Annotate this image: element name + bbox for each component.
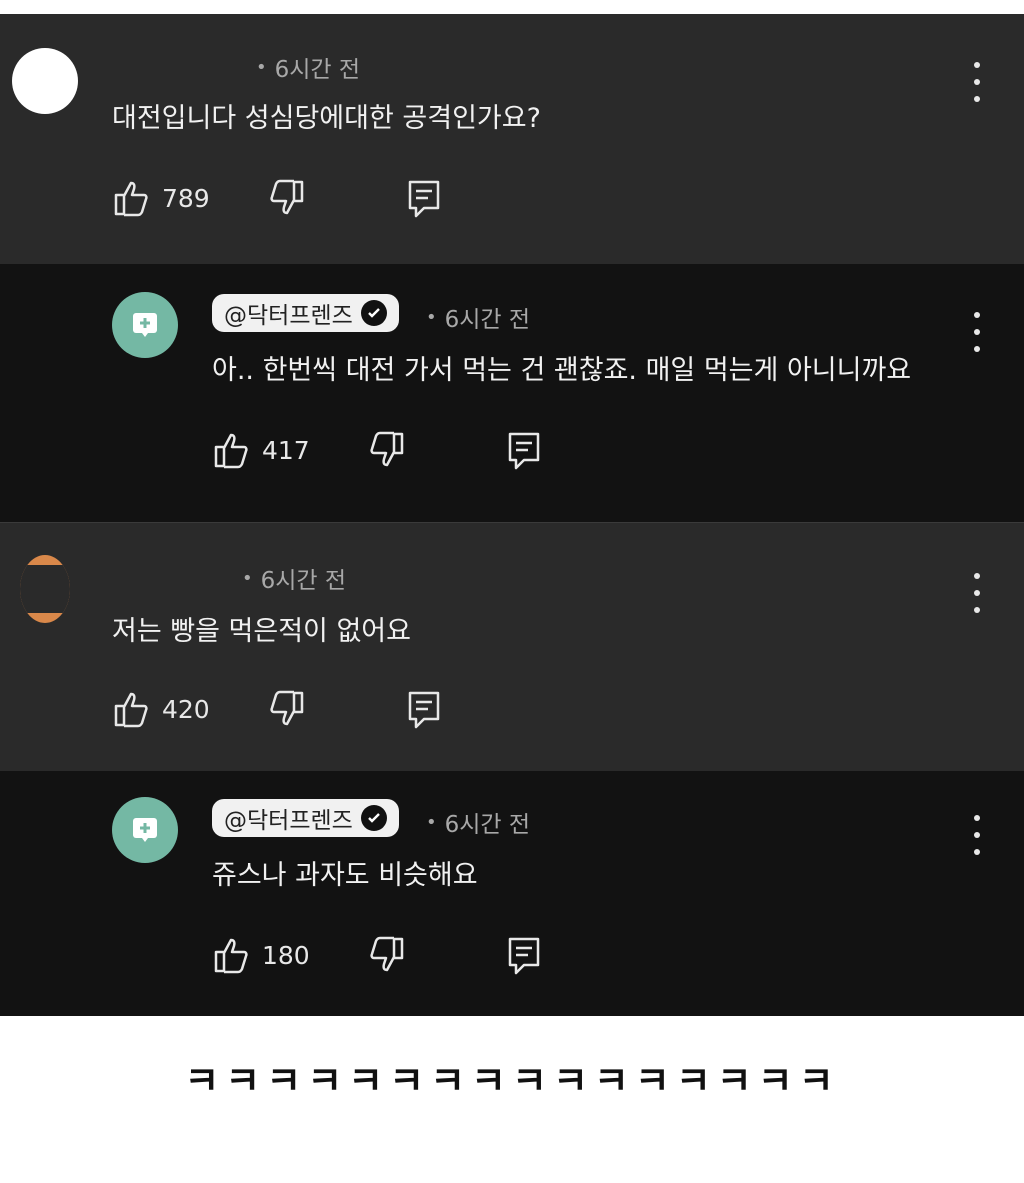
dislike-button[interactable] xyxy=(266,689,306,729)
check-badge-icon xyxy=(360,805,387,831)
reply-button[interactable] xyxy=(506,935,542,975)
channel-handle-badge[interactable]: @닥터프렌즈 xyxy=(212,799,399,837)
channel-handle: @닥터프렌즈 xyxy=(224,303,353,329)
channel-avatar[interactable] xyxy=(112,797,178,863)
comment-actions: 789 xyxy=(112,178,442,218)
channel-avatar-icon xyxy=(133,818,157,842)
user-avatar[interactable] xyxy=(12,48,78,114)
like-count: 417 xyxy=(262,435,310,465)
more-vert-icon[interactable] xyxy=(971,62,983,102)
comment-actions: 420 xyxy=(112,689,442,729)
dislike-button[interactable] xyxy=(366,430,406,470)
comment-card: • 6시간 전 저는 빵을 먹은적이 없어요 420 xyxy=(0,523,1024,771)
more-vert-icon[interactable] xyxy=(971,573,983,613)
more-vert-icon[interactable] xyxy=(971,815,983,855)
comment-text: 저는 빵을 먹은적이 없어요 xyxy=(112,616,411,647)
like-button[interactable]: 420 xyxy=(112,689,210,729)
thumbs-up-icon xyxy=(214,433,248,469)
more-vert-icon[interactable] xyxy=(971,312,983,352)
thumbs-up-icon xyxy=(114,181,148,217)
comments-panel: • 6시간 전 대전입니다 성심당에대한 공격인가요? 789 @닥터프렌즈 •… xyxy=(0,14,1024,1016)
channel-avatar-icon xyxy=(133,313,157,337)
dislike-button[interactable] xyxy=(366,935,406,975)
thumbs-up-icon xyxy=(114,692,148,728)
comment-card: • 6시간 전 대전입니다 성심당에대한 공격인가요? 789 xyxy=(0,14,1024,264)
reply-meta: • 6시간 전 xyxy=(426,805,530,839)
like-count: 180 xyxy=(262,940,310,970)
like-count: 420 xyxy=(162,694,210,724)
reply-actions: 417 xyxy=(212,430,542,470)
thumbs-up-icon xyxy=(214,938,248,974)
reply-card: @닥터프렌즈 • 6시간 전 아.. 한번씩 대전 가서 먹는 건 괜찮죠. 매일… xyxy=(0,264,1024,522)
thumbs-down-icon xyxy=(370,431,403,467)
reply-meta: • 6시간 전 xyxy=(426,300,530,334)
channel-handle-badge[interactable]: @닥터프렌즈 xyxy=(212,294,399,332)
check-badge-icon xyxy=(360,300,387,326)
reply-icon xyxy=(408,691,439,729)
user-avatar[interactable] xyxy=(20,555,70,623)
thumbs-down-icon xyxy=(370,936,403,972)
reply-text: 아.. 한번씩 대전 가서 먹는 건 괜찮죠. 매일 먹는게 아니니까요 xyxy=(212,355,912,386)
reply-button[interactable] xyxy=(406,178,442,218)
dislike-button[interactable] xyxy=(266,178,306,218)
reply-actions: 180 xyxy=(212,935,542,975)
reply-icon xyxy=(508,432,539,470)
reply-time: 6시간 전 xyxy=(444,307,531,333)
reply-icon xyxy=(408,180,439,218)
reply-button[interactable] xyxy=(406,689,442,729)
like-count: 789 xyxy=(162,183,210,213)
comment-time: 6시간 전 xyxy=(260,568,347,594)
reply-card: @닥터프렌즈 • 6시간 전 쥬스나 과자도 비슷해요 180 xyxy=(0,771,1024,1016)
like-button[interactable]: 417 xyxy=(212,430,310,470)
comment-text: 대전입니다 성심당에대한 공격인가요? xyxy=(112,103,541,134)
reply-icon xyxy=(508,937,539,975)
like-button[interactable]: 789 xyxy=(112,178,210,218)
caption-text: ㅋㅋㅋㅋㅋㅋㅋㅋㅋㅋㅋㅋㅋㅋㅋㅋ xyxy=(184,1059,840,1103)
reply-text: 쥬스나 과자도 비슷해요 xyxy=(212,860,478,891)
channel-handle: @닥터프렌즈 xyxy=(224,808,353,834)
comment-time: 6시간 전 xyxy=(274,57,361,83)
reply-time: 6시간 전 xyxy=(444,812,531,838)
channel-avatar[interactable] xyxy=(112,292,178,358)
comment-meta: • 6시간 전 xyxy=(242,561,346,595)
comment-meta: • 6시간 전 xyxy=(256,50,360,84)
like-button[interactable]: 180 xyxy=(212,935,310,975)
thumbs-down-icon xyxy=(270,179,303,215)
thumbs-down-icon xyxy=(270,690,303,726)
reply-button[interactable] xyxy=(506,430,542,470)
